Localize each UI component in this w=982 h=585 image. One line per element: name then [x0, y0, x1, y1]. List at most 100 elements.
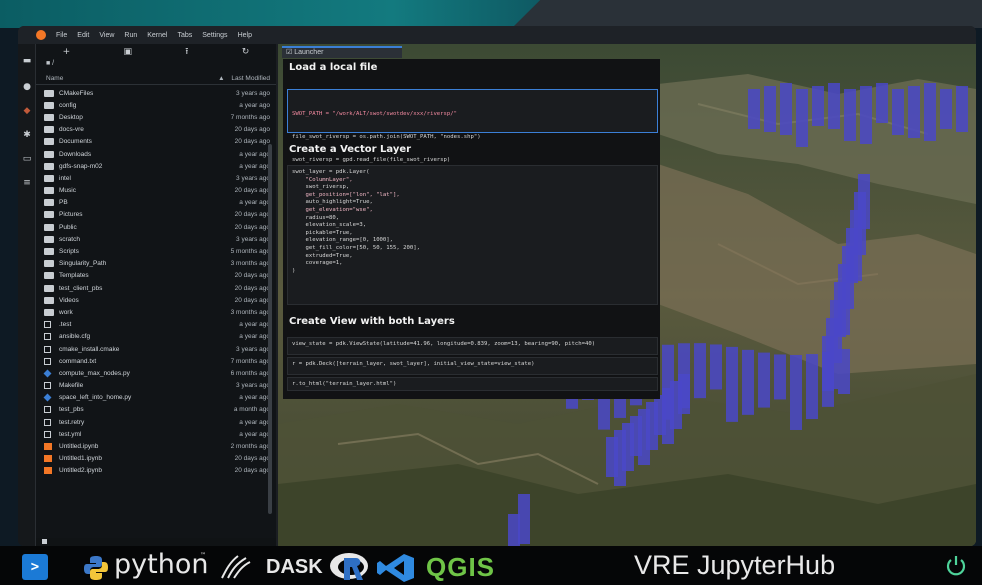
running-icon[interactable]: ●	[22, 82, 32, 92]
file-name: test.retry	[59, 418, 85, 426]
elevation-column	[758, 352, 770, 408]
menu-run[interactable]: Run	[124, 32, 137, 39]
file-row[interactable]: config a year ago	[36, 99, 276, 111]
code-cell-4[interactable]: r = pdk.Deck([terrain_layer, swot_layer]…	[287, 357, 658, 375]
file-row[interactable]: Pictures 20 days ago	[36, 209, 276, 221]
file-name: command.txt	[59, 357, 97, 365]
file-modified: 20 days ago	[234, 296, 270, 304]
tab-label: Launcher	[294, 49, 324, 56]
file-row[interactable]: cmake_install.cmake 3 years ago	[36, 343, 276, 355]
menu-icon[interactable]: ≡	[22, 178, 32, 188]
file-row[interactable]: space_left_into_home.py a year ago	[36, 392, 276, 404]
code-cell-5[interactable]: r.to_html("terrain_layer.html")	[287, 377, 658, 391]
elevation-column	[774, 354, 786, 400]
extension-icon[interactable]: ✱	[22, 130, 32, 140]
file-row[interactable]: Singularity_Path 3 months ago	[36, 258, 276, 270]
file-row[interactable]: Videos 20 days ago	[36, 294, 276, 306]
file-name: compute_max_nodes.py	[59, 369, 130, 377]
upload-icon[interactable]: ⭱	[185, 44, 188, 60]
heading-load-local-file: Load a local file	[289, 62, 378, 73]
menu-view[interactable]: View	[99, 32, 114, 39]
menu-file[interactable]: File	[56, 32, 67, 39]
scrollbar[interactable]	[268, 144, 272, 514]
file-name: Untitled1.ipynb	[59, 455, 102, 463]
python-text: python	[114, 549, 209, 580]
menu-edit[interactable]: Edit	[77, 32, 89, 39]
file-row[interactable]: test.retry a year ago	[36, 416, 276, 428]
file-row[interactable]: Makefile 3 years ago	[36, 380, 276, 392]
code-line: auto_highlight=True,	[292, 199, 373, 206]
launcher-tab-icon: ☑	[286, 49, 295, 56]
file-row[interactable]: compute_max_nodes.py 6 months ago	[36, 367, 276, 379]
menu-help[interactable]: Help	[238, 32, 252, 39]
main-workspace: ☑ Launcher Load a local file SWOT_PATH =…	[278, 44, 976, 546]
file-row[interactable]: Desktop 7 months ago	[36, 111, 276, 123]
file-row[interactable]: Music 20 days ago	[36, 185, 276, 197]
status-bar	[36, 538, 276, 546]
file-row[interactable]: work 3 months ago	[36, 306, 276, 318]
file-name: CMakeFiles	[59, 89, 94, 97]
file-row[interactable]: .test a year ago	[36, 319, 276, 331]
file-row[interactable]: PB a year ago	[36, 197, 276, 209]
folder-icon	[44, 248, 54, 256]
column-last-modified[interactable]: Last Modified	[231, 75, 270, 82]
git-icon[interactable]: ◆	[22, 106, 32, 116]
file-row[interactable]: Documents 20 days ago	[36, 136, 276, 148]
folder-icon	[44, 89, 54, 97]
file-modified: a year ago	[239, 199, 270, 207]
file-row[interactable]: Public 20 days ago	[36, 221, 276, 233]
file-row[interactable]: Downloads a year ago	[36, 148, 276, 160]
code-cell-2[interactable]: swot_layer = pdk.Layer( "ColumnLayer", s…	[287, 165, 658, 305]
file-modified: 3 years ago	[236, 382, 270, 390]
file-row[interactable]: intel 3 years ago	[36, 172, 276, 184]
file-name: PB	[59, 199, 68, 207]
menu-settings[interactable]: Settings	[202, 32, 227, 39]
file-row[interactable]: scratch 3 years ago	[36, 233, 276, 245]
file-row[interactable]: Scripts 5 months ago	[36, 245, 276, 257]
jupyterlab-logo-icon	[221, 555, 251, 579]
file-list: CMakeFiles 3 years ago config a year ago Des…	[36, 85, 276, 477]
code-line: get_elevation="wse",	[292, 206, 373, 213]
file-row[interactable]: Templates 20 days ago	[36, 270, 276, 282]
code-cell-1[interactable]: SWOT_PATH = "/work/ALT/swot/swotdev/xxx/…	[287, 89, 658, 163]
file-modified: 2 months ago	[230, 443, 270, 451]
menu-kernel[interactable]: Kernel	[147, 32, 167, 39]
file-name: .test	[59, 321, 72, 329]
breadcrumb[interactable]: ■ /	[36, 60, 276, 72]
file-row[interactable]: ansible.cfg a year ago	[36, 331, 276, 343]
file-name: Scripts	[59, 248, 79, 256]
tab-launcher[interactable]: ☑ Launcher	[282, 46, 402, 58]
file-row[interactable]: Untitled1.ipynb 20 days ago	[36, 453, 276, 465]
top-banner	[0, 0, 982, 28]
file-row[interactable]: command.txt 7 months ago	[36, 355, 276, 367]
refresh-icon[interactable]: ↻	[242, 47, 250, 57]
file-row[interactable]: test.yml a year ago	[36, 428, 276, 440]
new-folder-icon[interactable]: ▣	[123, 47, 132, 57]
column-name[interactable]: Name	[46, 75, 211, 82]
menu-tabs[interactable]: Tabs	[177, 32, 192, 39]
new-launcher-icon[interactable]: +	[63, 47, 71, 57]
power-icon[interactable]	[945, 554, 967, 576]
folder-icon[interactable]: ▬	[22, 56, 32, 66]
tabs-icon[interactable]: ▭	[22, 154, 32, 164]
file-name: config	[59, 101, 77, 109]
file-row[interactable]: test_pbs a month ago	[36, 404, 276, 416]
code-line: SWOT_PATH = "/work/ALT/swot/swotdev/xxx/…	[292, 111, 458, 118]
file-row[interactable]: gdfs-snap-m02 a year ago	[36, 160, 276, 172]
file-name: Public	[59, 223, 77, 231]
file-row[interactable]: Untitled.ipynb 2 months ago	[36, 440, 276, 452]
file-row[interactable]: test_client_pbs 20 days ago	[36, 282, 276, 294]
code-cell-3[interactable]: view_state = pdk.ViewState(latitude=41.9…	[287, 337, 658, 355]
jupyter-logo-icon	[36, 30, 46, 40]
sort-ascending-icon[interactable]: ▲	[211, 75, 231, 82]
elevation-column	[726, 346, 738, 422]
qgis-logo-text: QGIS	[426, 552, 496, 582]
file-row[interactable]: docs-vre 20 days ago	[36, 124, 276, 136]
file-modified: a year ago	[239, 321, 270, 329]
file-name: Templates	[59, 272, 89, 280]
file-row[interactable]: Untitled2.ipynb 20 days ago	[36, 465, 276, 477]
file-row[interactable]: CMakeFiles 3 years ago	[36, 87, 276, 99]
file-icon	[44, 321, 51, 329]
notebook-icon	[44, 443, 52, 451]
status-icon	[42, 539, 47, 544]
